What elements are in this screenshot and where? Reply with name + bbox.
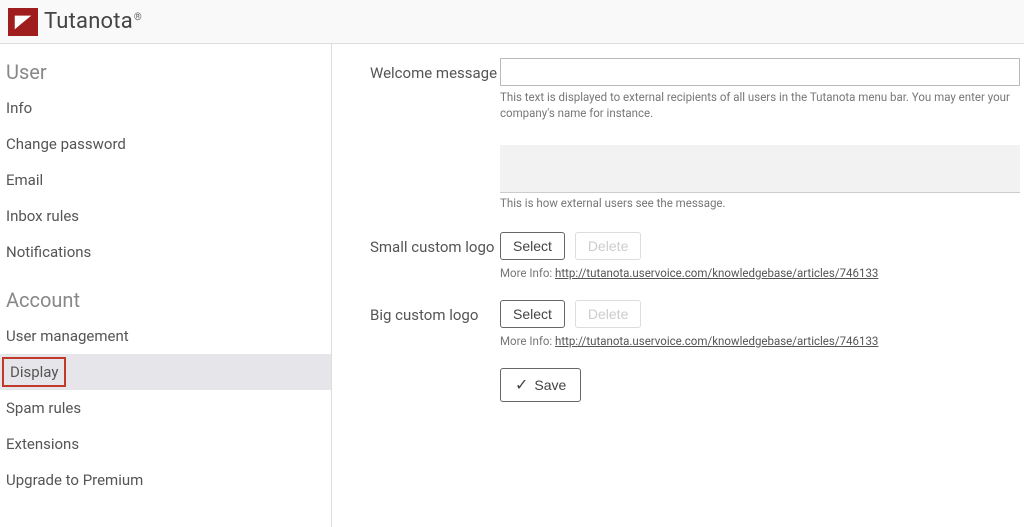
sidebar-item-change-password[interactable]: Change password <box>0 126 331 162</box>
sidebar-item-display-row[interactable]: Display <box>0 354 331 390</box>
save-button[interactable]: ✓ Save <box>500 368 581 402</box>
big-logo-select-button[interactable]: Select <box>500 300 565 328</box>
welcome-message-preview-helper: This is how external users see the messa… <box>500 196 1020 212</box>
big-logo-label: Big custom logo <box>370 300 500 324</box>
sidebar-item-inbox-rules[interactable]: Inbox rules <box>0 198 331 234</box>
welcome-message-input[interactable] <box>500 58 1020 86</box>
sidebar-section-user: User <box>0 52 331 90</box>
small-logo-more-link[interactable]: http://tutanota.uservoice.com/knowledgeb… <box>555 266 878 280</box>
welcome-message-preview <box>500 145 1020 193</box>
welcome-message-label: Welcome message <box>370 58 500 82</box>
sidebar-item-extensions[interactable]: Extensions <box>0 426 331 462</box>
small-logo-label: Small custom logo <box>370 232 500 256</box>
welcome-message-helper: This text is displayed to external recip… <box>500 90 1020 121</box>
sidebar-section-account: Account <box>0 280 331 318</box>
app-header: Tutanota® <box>0 0 1024 44</box>
sidebar-item-upgrade[interactable]: Upgrade to Premium <box>0 462 331 498</box>
check-icon: ✓ <box>515 375 528 395</box>
big-logo-delete-button: Delete <box>575 300 641 328</box>
main-panel: Welcome message This text is displayed t… <box>332 44 1024 527</box>
sidebar-item-spam-rules[interactable]: Spam rules <box>0 390 331 426</box>
brand-name: Tutanota® <box>44 9 142 34</box>
sidebar-item-notifications[interactable]: Notifications <box>0 234 331 270</box>
brand-logo-icon <box>8 8 38 36</box>
sidebar-item-user-management[interactable]: User management <box>0 318 331 354</box>
small-logo-select-button[interactable]: Select <box>500 232 565 260</box>
sidebar-item-email[interactable]: Email <box>0 162 331 198</box>
small-logo-delete-button: Delete <box>575 232 641 260</box>
big-logo-more-link[interactable]: http://tutanota.uservoice.com/knowledgeb… <box>555 334 878 348</box>
small-logo-more-info: More Info: http://tutanota.uservoice.com… <box>500 266 1020 280</box>
sidebar-item-display[interactable]: Display <box>4 359 64 385</box>
sidebar-item-info[interactable]: Info <box>0 90 331 126</box>
big-logo-more-info: More Info: http://tutanota.uservoice.com… <box>500 334 1020 348</box>
sidebar: User Info Change password Email Inbox ru… <box>0 44 332 527</box>
